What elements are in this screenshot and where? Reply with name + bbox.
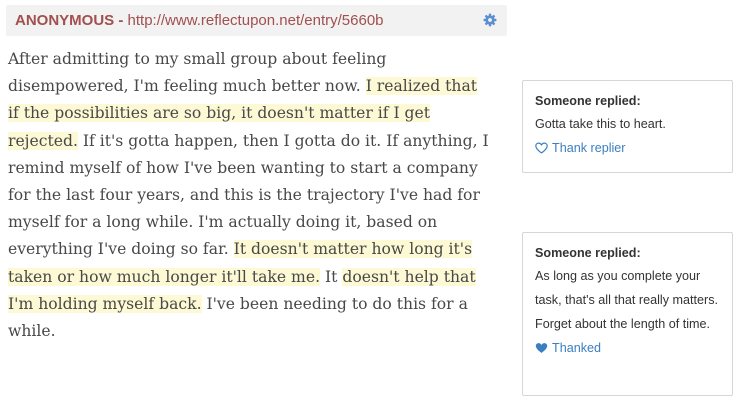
entry-url-link[interactable]: http://www.reflectupon.net/entry/5660b xyxy=(128,12,384,29)
entry-segment: It xyxy=(320,267,343,286)
reply-card: Someone replied: Gotta take this to hear… xyxy=(522,80,733,173)
entry-header: ANONYMOUS - http://www.reflectupon.net/e… xyxy=(6,5,507,36)
heart-filled-icon xyxy=(535,343,548,353)
reply-text: As long as you complete your task, that'… xyxy=(535,269,718,331)
heart-outline-icon xyxy=(535,142,548,154)
author-separator: - xyxy=(114,12,128,29)
thank-replier-button[interactable]: Thank replier xyxy=(535,136,720,160)
reply-title: Someone replied: xyxy=(535,246,641,260)
thanked-label: Thanked xyxy=(552,341,602,355)
thank-replier-label: Thank replier xyxy=(552,141,626,155)
reply-card: Someone replied: As long as you complete… xyxy=(522,232,733,396)
gear-icon[interactable] xyxy=(483,13,497,27)
thanked-button[interactable]: Thanked xyxy=(535,336,720,360)
entry-text: After admitting to my small group about … xyxy=(8,46,490,345)
entry-segment: After admitting to my small group about … xyxy=(8,50,387,96)
reply-title: Someone replied: xyxy=(535,94,641,108)
author-name: ANONYMOUS xyxy=(15,12,115,29)
entry-body: After admitting to my small group about … xyxy=(8,46,490,345)
reply-text: Gotta take this to heart. xyxy=(535,117,666,131)
